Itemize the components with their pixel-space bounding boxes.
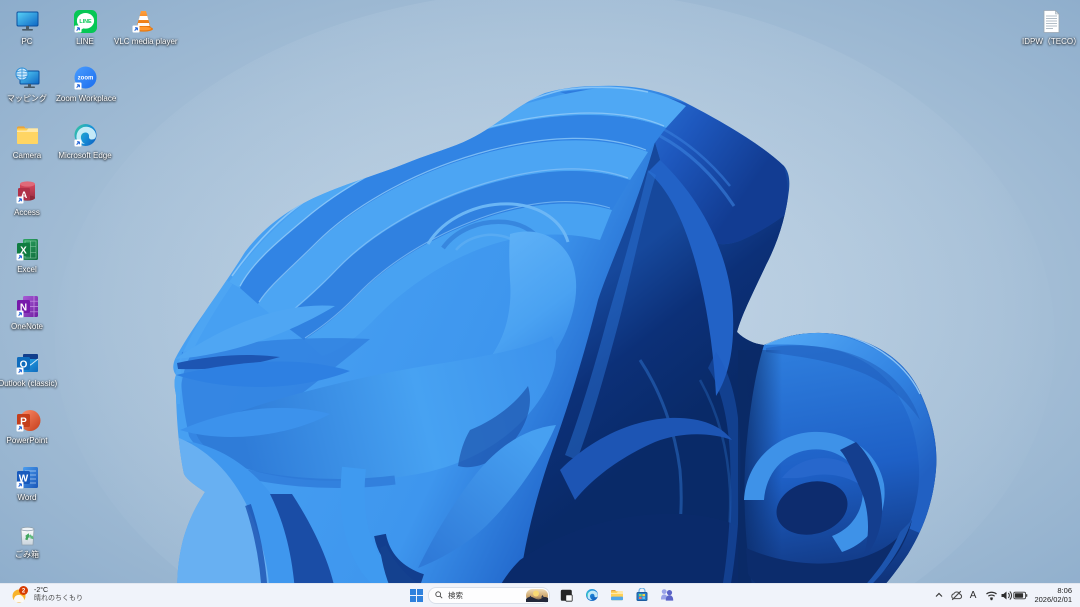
svg-text:LINE: LINE <box>79 19 92 25</box>
svg-text:zoom: zoom <box>77 76 93 82</box>
